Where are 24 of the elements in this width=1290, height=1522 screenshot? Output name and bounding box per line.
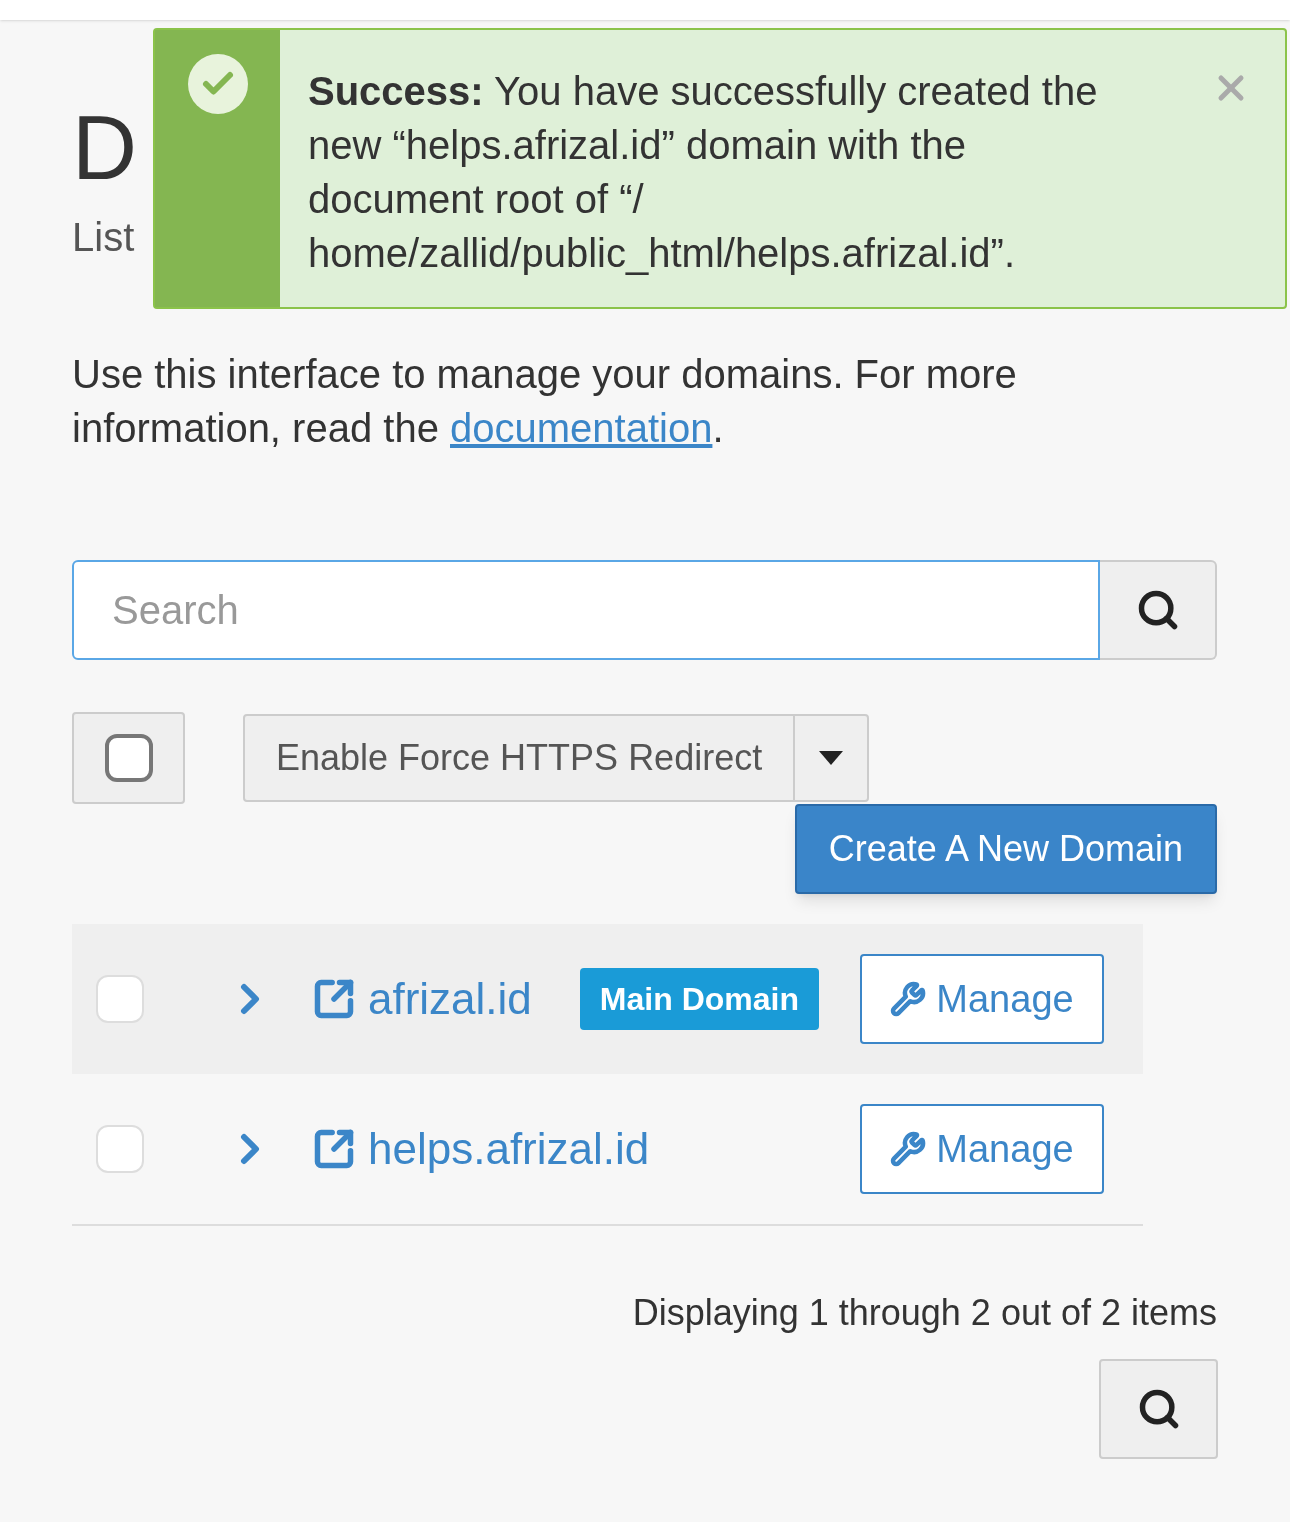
checkbox[interactable]	[104, 734, 153, 782]
external-link-icon	[312, 977, 356, 1021]
page-subtitle: List	[72, 214, 135, 261]
external-link-icon	[312, 1127, 356, 1171]
create-domain-button[interactable]: Create A New Domain	[794, 804, 1217, 894]
main-domain-badge: Main Domain	[579, 968, 819, 1030]
select-all-button[interactable]	[72, 712, 185, 804]
manage-button[interactable]: Manage	[860, 954, 1104, 1044]
bulk-action-dropdown[interactable]: Enable Force HTTPS Redirect	[243, 714, 870, 802]
documentation-link[interactable]: documentation	[450, 406, 713, 450]
pagination-summary: Displaying 1 through 2 out of 2 items	[632, 1291, 1217, 1335]
page-title: D	[72, 98, 137, 198]
intro-text: Use this interface to manage your domains. For more information, read the documentation.	[72, 351, 1018, 452]
search-field[interactable]: Search	[72, 560, 1100, 660]
wrench-icon	[890, 1131, 927, 1167]
bulk-action-label: Enable Force HTTPS Redirect	[275, 736, 764, 780]
search-button[interactable]	[1100, 560, 1217, 660]
domain-link[interactable]: afrizal.id	[312, 966, 532, 1032]
domain-link[interactable]: helps.afrizal.id	[312, 1116, 650, 1182]
caret-icon	[819, 751, 844, 765]
wrench-icon	[890, 981, 927, 1017]
manage-button[interactable]: Manage	[860, 1104, 1104, 1194]
search-button[interactable]	[1099, 1359, 1218, 1459]
alert-message: Success: You have successfully created the new “helps.afrizal.id” domain with the document root of “/ home/zallid/public_html/helps.afrizal.id”.	[308, 68, 1099, 277]
